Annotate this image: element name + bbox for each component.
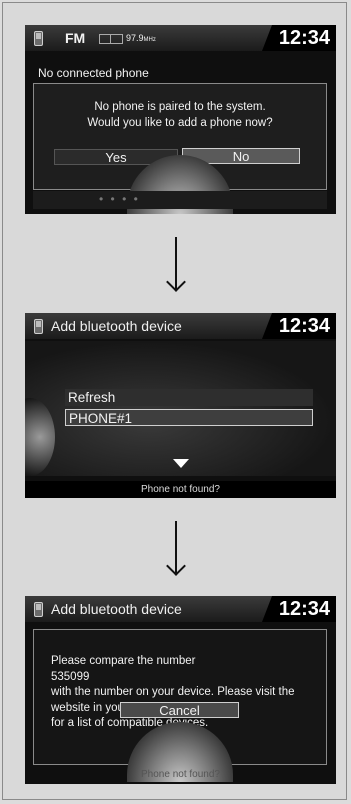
message-line: Please compare the number (51, 655, 196, 667)
selector-knob (25, 398, 55, 476)
dialog-message: Please compare the number 535099 with th… (51, 654, 295, 732)
status-message: No connected phone (38, 66, 149, 80)
phone-icon (34, 319, 43, 334)
clock: 12:34 (278, 27, 330, 49)
phone-icon (34, 602, 43, 617)
list-item-refresh[interactable]: Refresh (65, 389, 313, 406)
phone-icon (34, 31, 43, 46)
down-arrow-icon (166, 521, 186, 577)
dialog-line: Would you like to add a phone now? (87, 117, 273, 129)
stereo-indicator-icon (99, 34, 123, 44)
dialog-line: No phone is paired to the system. (94, 101, 266, 113)
footer-bar: • • • • (33, 191, 327, 209)
status-bar: FM 97.9MHz 12:34 (25, 25, 336, 51)
screen-add-bluetooth-device: Add bluetooth device 12:34 Refresh PHONE… (25, 313, 336, 498)
screen-title: Add bluetooth device (51, 601, 182, 617)
audio-source: FM (65, 30, 86, 46)
list-item-phone[interactable]: PHONE#1 (65, 409, 313, 426)
status-bar: Add bluetooth device 12:34 (25, 313, 336, 339)
triangle-down-icon (173, 459, 189, 468)
phone-not-found-link[interactable]: Phone not found? (25, 481, 336, 498)
passkey-number: 535099 (51, 670, 90, 683)
status-bar: Add bluetooth device 12:34 (25, 596, 336, 622)
phone-not-found-link: Phone not found? (141, 769, 220, 780)
page-indicator: • • • • (99, 192, 140, 206)
screen-no-connected-phone: FM 97.9MHz 12:34 No connected phone No p… (25, 25, 336, 214)
cancel-button[interactable]: Cancel (120, 702, 239, 718)
screen-title: Add bluetooth device (51, 318, 182, 334)
screen-compare-number: Add bluetooth device 12:34 Please compar… (25, 596, 336, 784)
message-line: with the number on your device. Please v… (51, 686, 295, 698)
down-arrow-icon (166, 237, 186, 293)
radio-frequency: 97.9MHz (126, 33, 156, 43)
dialog-text: No phone is paired to the system. Would … (34, 99, 326, 131)
clock: 12:34 (278, 315, 330, 337)
clock: 12:34 (278, 598, 330, 620)
